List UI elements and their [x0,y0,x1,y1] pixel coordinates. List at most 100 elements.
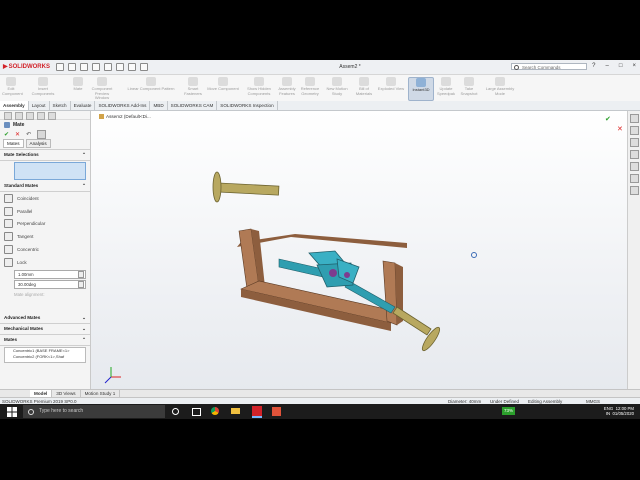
tab-motion-study[interactable]: Motion Study 1 [81,390,121,397]
select-icon[interactable] [116,63,124,71]
undo-icon[interactable] [104,63,112,71]
tab-add-ins[interactable]: SOLIDWORKS Add-Ins [95,101,151,110]
component-preview-button[interactable]: Component Preview Window [88,77,116,101]
large-assembly-mode-button[interactable]: Large Assembly Mode [482,77,518,96]
cortana-icon[interactable] [172,408,179,415]
minimize-button[interactable]: – [606,63,609,69]
file-explorer-icon[interactable] [231,408,240,414]
assembly-features-button[interactable]: Assembly Features [276,77,298,96]
angle-field[interactable]: 30.00deg [14,279,86,289]
property-manager-tab-icon[interactable] [15,112,23,120]
maximize-button[interactable]: □ [619,63,623,69]
lock-option[interactable]: Lock [0,256,90,269]
parallel-option[interactable]: Parallel [0,205,90,218]
update-speedpak-button[interactable]: Update Speedpak [435,77,457,96]
insert-components-button[interactable]: Insert Components [30,77,56,96]
advanced-mates-header[interactable]: Advanced Mates ⌄ [0,313,90,324]
linear-pattern-button[interactable]: Linear Component Pattern [122,77,180,92]
rotate-cursor-icon [471,252,477,258]
bill-of-materials-button[interactable]: Bill of Materials [354,77,374,96]
file-explorer-icon[interactable] [630,150,639,159]
taskbar-search-input[interactable]: Type here to search [23,405,165,418]
clock-date[interactable]: 01/05/2020 [612,411,634,416]
new-motion-study-button[interactable]: New Motion Study [323,77,351,96]
custom-properties-icon[interactable] [630,186,639,195]
preview-window-icon [97,77,107,86]
mate-list-item[interactable]: Concentric2 (FORK<1>,Shaf [5,354,85,360]
ok-cancel-row: ✔ ✕ ↶ [0,129,90,139]
graphics-viewport[interactable]: Assem2 (Default<Di... ✔ ✕ [91,111,627,392]
display-manager-tab-icon[interactable] [48,112,56,120]
system-tray[interactable]: ENG 12:00 PM IN 01/05/2020 [604,406,634,416]
dimxpert-tab-icon[interactable] [37,112,45,120]
tab-assembly[interactable]: Assembly [0,101,29,110]
mates-header[interactable]: Mates ⌃ [0,335,90,346]
tab-inspection[interactable]: SOLIDWORKS Inspection [217,101,278,110]
tab-mbd[interactable]: MBD [150,101,168,110]
perpendicular-option[interactable]: Perpendicular [0,218,90,231]
resources-icon[interactable] [630,126,639,135]
options-icon[interactable] [140,63,148,71]
view-palette-icon[interactable] [630,162,639,171]
solidworks-taskbar-icon[interactable] [252,406,262,418]
design-library-icon[interactable] [630,138,639,147]
distance-field[interactable]: 1.00mm [14,269,86,279]
mates-list[interactable]: Concentric1 (BASE FRAME<1> Concentric2 (… [4,346,86,363]
take-snapshot-button[interactable]: Take Snapshot [458,77,480,96]
home-icon[interactable] [630,114,639,123]
mate-alignment-spacer [0,299,90,313]
tab-3d-views[interactable]: 3D Views [52,390,81,397]
feature-tree-tab-icon[interactable] [4,112,12,120]
appearances-icon[interactable] [630,174,639,183]
region-indicator: IN [605,411,611,416]
assembly-model[interactable]: ✔ ✕ [91,111,627,392]
chrome-icon[interactable] [211,407,219,415]
reference-geometry-button[interactable]: Reference Geometry [299,77,321,96]
new-icon[interactable] [56,63,64,71]
parallel-icon [4,206,13,216]
task-view-icon[interactable] [192,408,201,416]
search-commands-input[interactable]: Search Commands [511,63,587,70]
config-manager-tab-icon[interactable] [26,112,34,120]
cancel-button[interactable]: ✕ [15,131,20,138]
tab-model[interactable]: Model [30,390,53,397]
tab-analysis[interactable]: Analysis [25,139,51,148]
ok-button[interactable]: ✔ [4,131,9,138]
pin-icon[interactable] [37,129,47,139]
tangent-option[interactable]: Tangent [0,230,90,243]
tab-cam[interactable]: SOLIDWORKS CAM [168,101,218,110]
smart-fasteners-button[interactable]: Smart Fasteners [182,77,204,96]
mate-icon [4,122,10,128]
standard-mates-header[interactable]: Standard Mates ⌃ [0,181,90,192]
angle-spinner[interactable] [78,281,84,289]
mate-selections-header[interactable]: Mate Selections ⌃ [0,150,90,161]
battery-indicator[interactable]: 73% [502,407,516,415]
solidworks-logo[interactable]: ▶SOLIDWORKS [3,63,50,70]
help-button[interactable]: ? [592,63,595,69]
tab-evaluate[interactable]: Evaluate [71,101,96,110]
recorder-icon[interactable] [272,407,281,416]
close-button[interactable]: × [632,63,636,69]
tab-layout[interactable]: Layout [29,101,50,110]
save-icon[interactable] [80,63,88,71]
open-icon[interactable] [68,63,76,71]
coincident-option[interactable]: Coincident [0,192,90,205]
distance-spinner[interactable] [78,271,84,279]
bottom-tabs: Model 3D Views Motion Study 1 [0,389,640,397]
show-hidden-button[interactable]: Show Hidden Components [244,77,274,96]
concentric-option[interactable]: Concentric [0,243,90,256]
move-component-button[interactable]: Move Component [204,77,242,92]
mate-selections-box[interactable] [14,162,86,180]
edit-component-button[interactable]: Edit Component [2,77,23,96]
print-icon[interactable] [92,63,100,71]
instant3d-button[interactable]: Instant3D [408,77,434,101]
tab-mates[interactable]: Mates [3,139,24,148]
tab-sketch[interactable]: Sketch [50,101,71,110]
mate-button[interactable]: Mate [71,77,85,92]
pin-joint-right [344,272,350,278]
undo-button[interactable]: ↶ [26,131,31,138]
rebuild-icon[interactable] [128,63,136,71]
windows-start-icon[interactable] [7,407,17,417]
mechanical-mates-header[interactable]: Mechanical Mates ⌄ [0,324,90,335]
exploded-view-button[interactable]: Exploded View [376,77,406,92]
